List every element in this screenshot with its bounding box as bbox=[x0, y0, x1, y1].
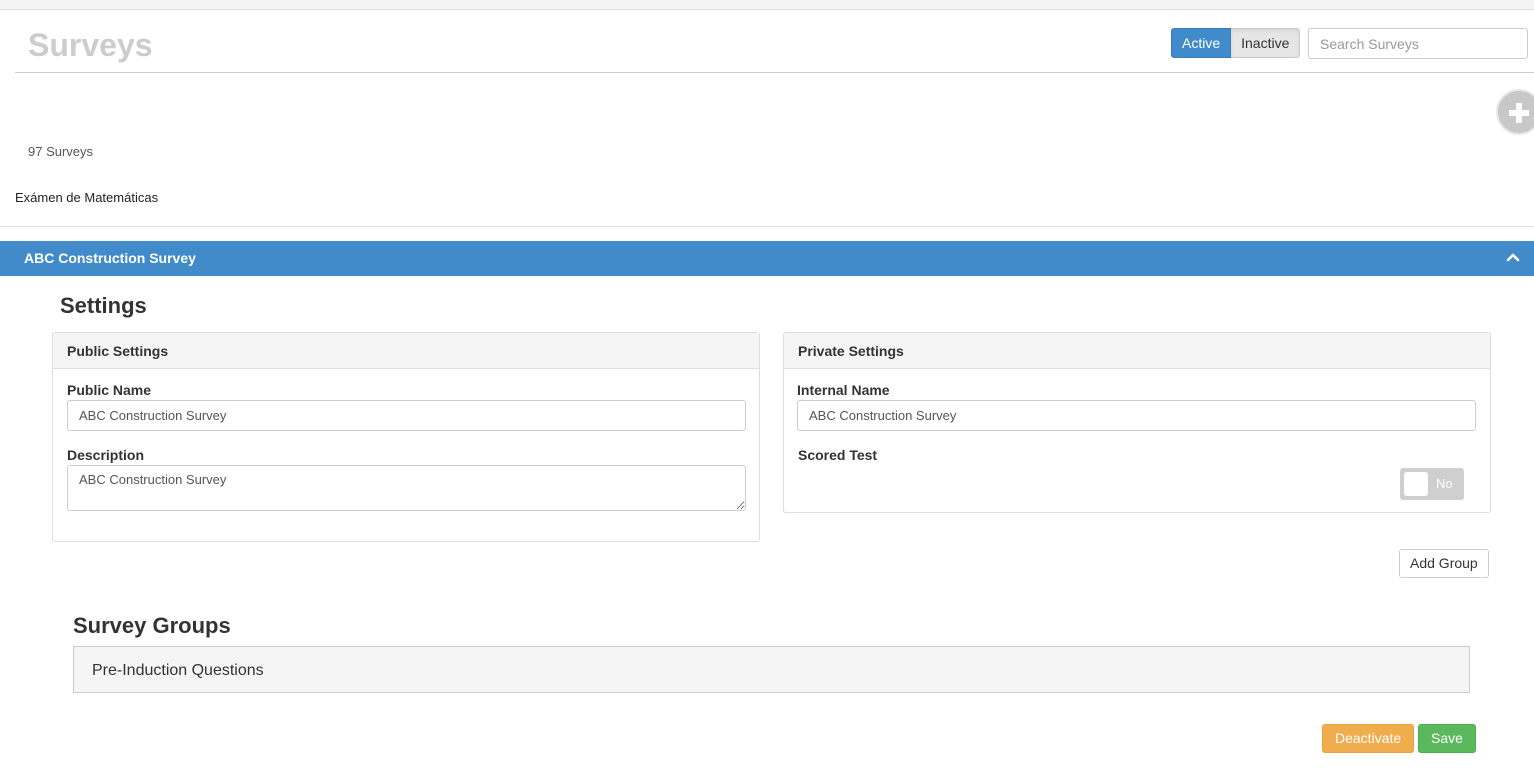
save-button[interactable]: Save bbox=[1418, 724, 1476, 753]
description-textarea[interactable]: ABC Construction Survey bbox=[67, 465, 746, 511]
toggle-knob bbox=[1404, 472, 1428, 496]
settings-heading: Settings bbox=[60, 293, 147, 318]
scored-test-state: No bbox=[1436, 476, 1453, 491]
deactivate-button[interactable]: Deactivate bbox=[1322, 724, 1415, 753]
public-name-input[interactable] bbox=[67, 400, 746, 431]
internal-name-label: Internal Name bbox=[797, 382, 890, 398]
survey-header-bar[interactable]: ABC Construction Survey bbox=[0, 241, 1534, 276]
private-settings-panel: Private Settings Internal Name Scored Te… bbox=[783, 332, 1491, 513]
private-settings-heading: Private Settings bbox=[784, 333, 1490, 369]
scored-test-toggle[interactable]: No bbox=[1400, 468, 1464, 500]
public-settings-heading: Public Settings bbox=[53, 333, 759, 369]
survey-list-item[interactable]: Exámen de Matemáticas bbox=[15, 190, 158, 205]
list-divider bbox=[0, 226, 1534, 227]
survey-title: ABC Construction Survey bbox=[24, 250, 196, 266]
scored-test-label: Scored Test bbox=[798, 447, 878, 463]
plus-circle-icon[interactable] bbox=[1496, 89, 1534, 135]
survey-count: 97 Surveys bbox=[28, 144, 94, 159]
chevron-up-icon[interactable] bbox=[1505, 249, 1521, 265]
top-strip bbox=[0, 0, 1534, 10]
inactive-filter-button[interactable]: Inactive bbox=[1231, 28, 1301, 58]
header-divider bbox=[15, 72, 1534, 73]
search-surveys-input[interactable] bbox=[1308, 28, 1528, 59]
status-filter-toggle: Active Inactive bbox=[1171, 28, 1301, 58]
page-title: Surveys bbox=[28, 27, 153, 63]
add-group-button[interactable]: Add Group bbox=[1399, 549, 1489, 578]
public-name-label: Public Name bbox=[67, 382, 152, 398]
internal-name-input[interactable] bbox=[797, 400, 1476, 431]
active-filter-button[interactable]: Active bbox=[1171, 28, 1232, 58]
survey-groups-heading: Survey Groups bbox=[73, 613, 231, 638]
survey-group-item[interactable]: Pre-Induction Questions bbox=[73, 646, 1470, 693]
public-settings-panel: Public Settings Public Name Description … bbox=[52, 332, 760, 542]
description-label: Description bbox=[67, 447, 145, 463]
